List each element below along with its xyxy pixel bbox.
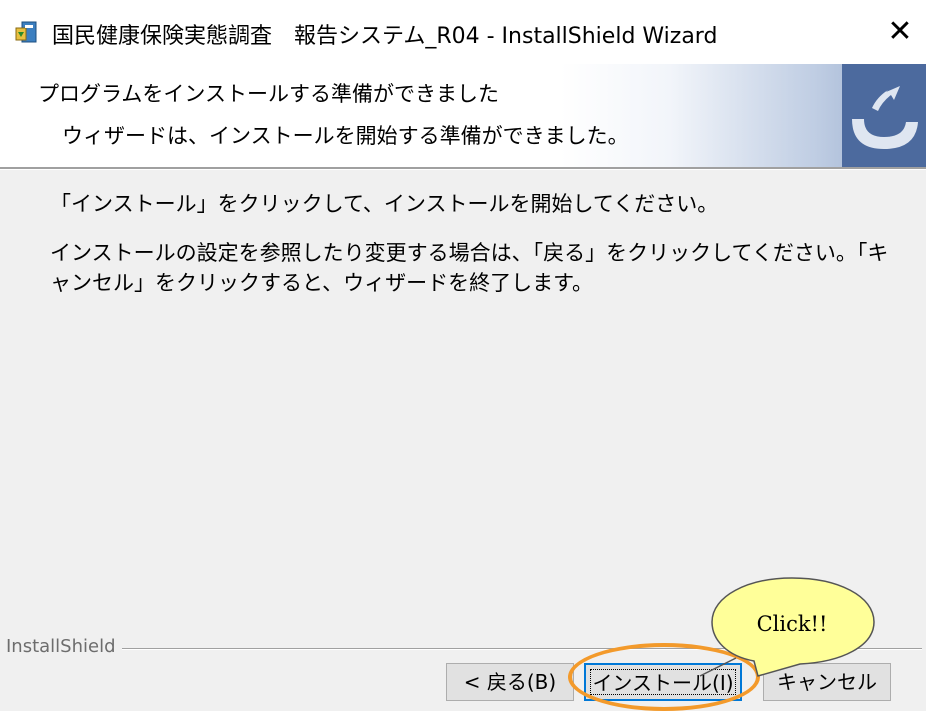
header-subtitle: ウィザードは、インストールを開始する準備ができました。 (62, 124, 629, 148)
callout-text: Click!! (756, 612, 828, 636)
header-divider (0, 167, 926, 170)
instruction-text: 「インストール」をクリックして、インストールを開始してください。 (50, 192, 719, 216)
installer-icon (14, 20, 38, 44)
window-title: 国民健康保険実態調査 報告システム_R04 - InstallShield Wi… (52, 24, 718, 49)
title-bar: 国民健康保険実態調査 報告システム_R04 - InstallShield Wi… (0, 0, 926, 64)
cancel-button[interactable]: キャンセル (763, 663, 891, 701)
footer-divider (6, 648, 922, 650)
close-button[interactable]: ✕ (880, 12, 920, 52)
installshield-brand-label: InstallShield (6, 636, 122, 657)
back-button[interactable]: < 戻る(B) (446, 663, 574, 701)
install-highlight-ring (568, 643, 760, 711)
installshield-arrow-logo-icon (842, 64, 926, 168)
wizard-header: プログラムをインストールする準備ができました ウィザードは、インストールを開始す… (0, 64, 926, 168)
header-title: プログラムをインストールする準備ができました (38, 82, 499, 106)
description-text: インストールの設定を参照したり変更する場合は、「戻る」をクリックしてください。「… (50, 241, 889, 295)
installshield-wizard-window: 国民健康保険実態調査 報告システム_R04 - InstallShield Wi… (0, 0, 926, 711)
